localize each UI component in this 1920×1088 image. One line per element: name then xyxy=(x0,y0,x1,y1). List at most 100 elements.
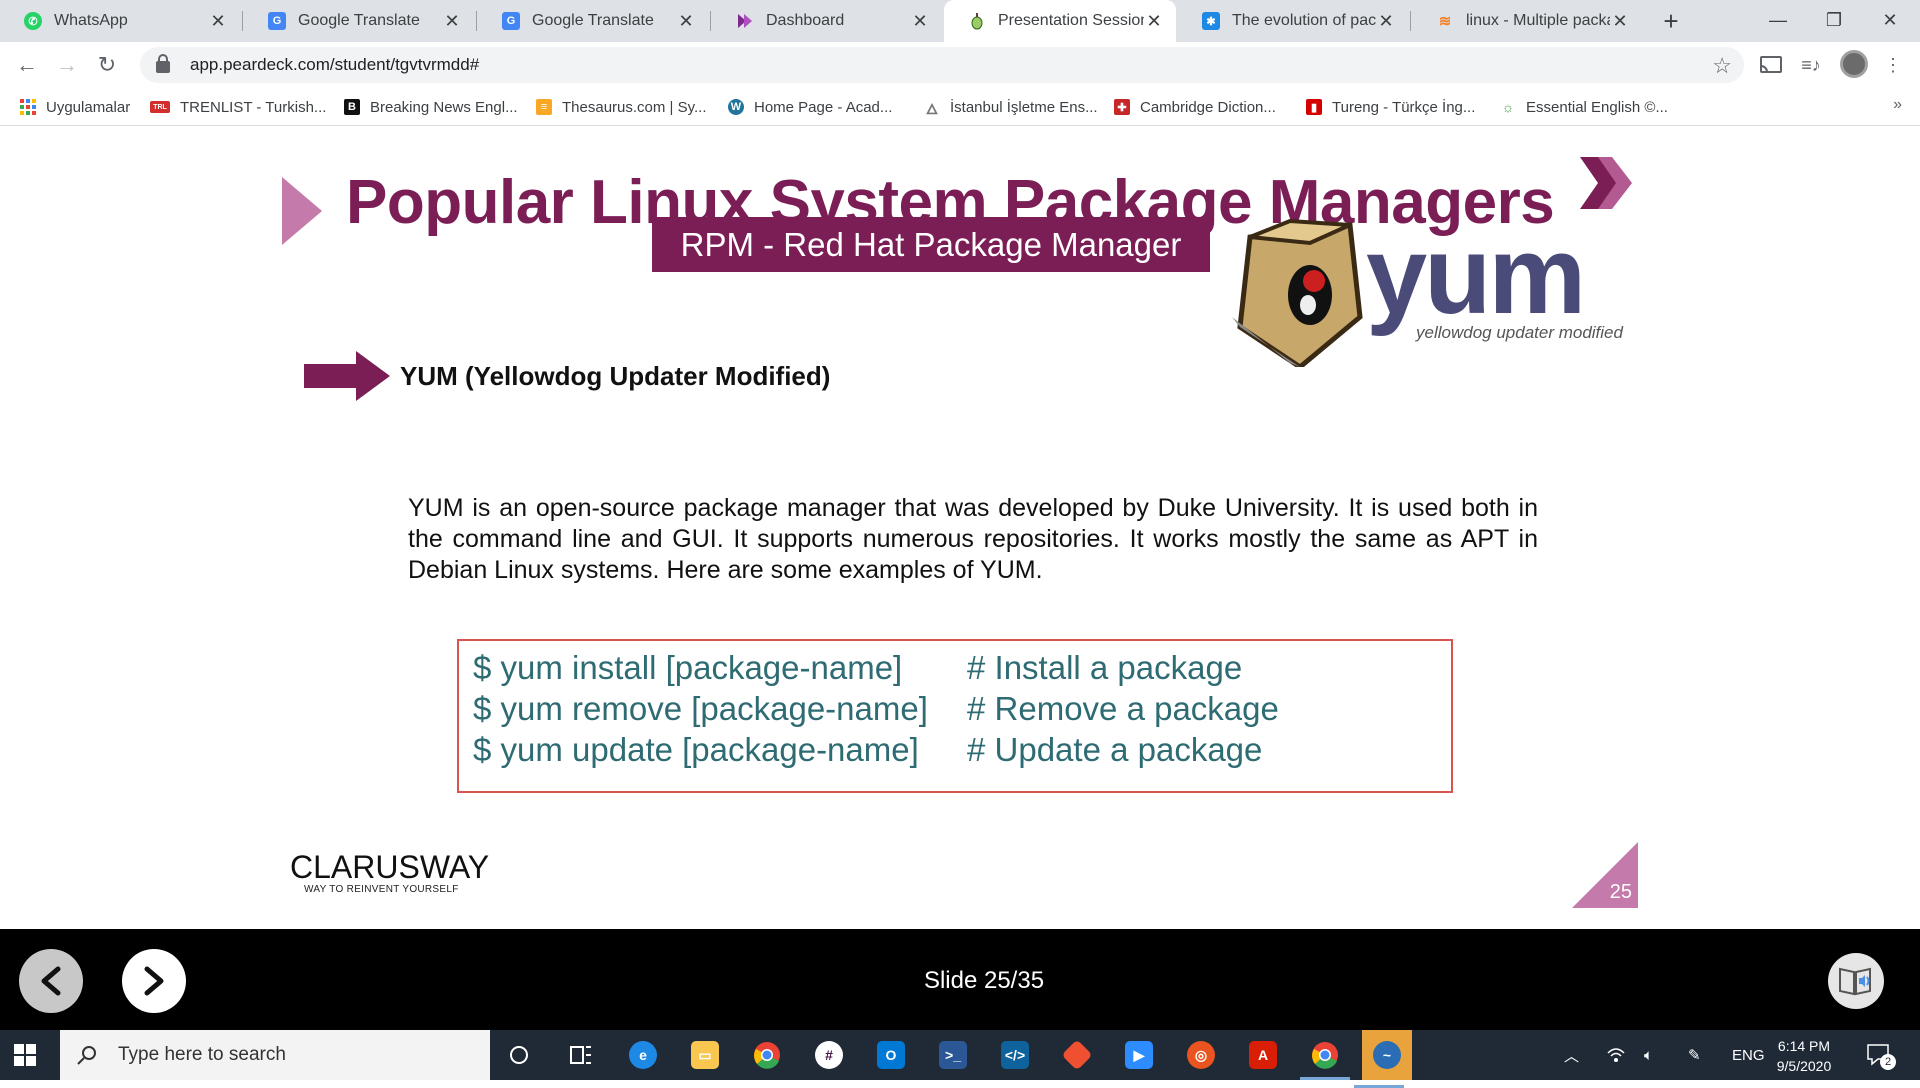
reload-button[interactable]: ↻ xyxy=(92,50,122,80)
git-icon[interactable] xyxy=(1060,1038,1094,1072)
bookmark-trenlist[interactable]: TRL TRENLIST - Turkish... xyxy=(150,96,326,118)
tab-linux-multiple[interactable]: ≋ linux - Multiple packag ✕ xyxy=(1412,0,1642,42)
ubuntu-icon[interactable]: ◎ xyxy=(1184,1038,1218,1072)
apps-grid-icon xyxy=(20,99,36,115)
tureng-icon: ▮ xyxy=(1306,99,1322,115)
bookmark-tureng[interactable]: ▮ Tureng - Türkçe İng... xyxy=(1306,96,1475,118)
command-comment: # Install a package xyxy=(967,648,1243,686)
presentation-slide: Popular Linux System Package Managers RP… xyxy=(0,127,1920,929)
tab-presentation-session[interactable]: Presentation Session St ✕ xyxy=(944,0,1176,42)
restore-button[interactable]: ❐ xyxy=(1806,0,1862,40)
tab-label: WhatsApp xyxy=(54,12,128,29)
close-icon[interactable]: ✕ xyxy=(676,11,696,32)
clock-time: 6:14 PM xyxy=(1777,1038,1831,1054)
bookmarks-overflow-icon[interactable]: » xyxy=(1893,96,1902,114)
tab-dashboard[interactable]: Dashboard ✕ xyxy=(712,0,942,42)
search-icon xyxy=(77,1046,96,1065)
profile-avatar[interactable] xyxy=(1840,50,1868,78)
close-icon[interactable]: ✕ xyxy=(442,11,462,32)
bookmark-cambridge[interactable]: ✚ Cambridge Diction... xyxy=(1114,96,1276,118)
essential-english-icon: ☼ xyxy=(1501,99,1515,115)
vscode-icon[interactable]: </> xyxy=(998,1038,1032,1072)
close-window-button[interactable]: ✕ xyxy=(1862,0,1918,40)
cast-icon[interactable] xyxy=(1758,52,1784,78)
file-explorer-icon[interactable]: ▭ xyxy=(688,1038,722,1072)
pen-icon[interactable]: ✎ xyxy=(1688,1030,1701,1080)
bookmark-label: İstanbul İşletme Ens... xyxy=(950,98,1098,116)
chrome-running-icon[interactable] xyxy=(1300,1038,1350,1080)
wifi-icon[interactable] xyxy=(1606,1030,1626,1080)
chrome-icon[interactable] xyxy=(750,1038,784,1072)
bookmark-label: Home Page - Acad... xyxy=(754,98,893,116)
bookmark-apps[interactable]: Uygulamalar xyxy=(20,96,130,118)
bookmark-label: TRENLIST - Turkish... xyxy=(180,98,327,116)
command-text: $ yum install [package-name] xyxy=(473,648,903,686)
bookmark-essential-english[interactable]: ☼ Essential English ©... xyxy=(1500,96,1668,118)
bookmark-star-icon[interactable]: ☆ xyxy=(1712,53,1732,79)
command-comment: # Update a package xyxy=(967,730,1263,768)
menu-dots-icon[interactable]: ⋮ xyxy=(1880,52,1906,78)
notification-center-icon[interactable]: 2 xyxy=(1866,1042,1896,1070)
slide-subtitle: YUM (Yellowdog Updater Modified) xyxy=(400,361,831,391)
close-icon[interactable]: ✕ xyxy=(910,11,930,32)
tab-evolution-packages[interactable]: ✱ The evolution of packa ✕ xyxy=(1178,0,1408,42)
read-aloud-button[interactable] xyxy=(1828,953,1884,1009)
bookmark-label: Cambridge Diction... xyxy=(1140,98,1276,116)
trenlist-icon: TRL xyxy=(150,101,170,113)
zoom-icon[interactable]: ▶ xyxy=(1122,1038,1156,1072)
address-bar[interactable]: app.peardeck.com/student/tgvtvrmdd# ☆ xyxy=(140,47,1744,83)
powershell-icon[interactable]: >_ xyxy=(936,1038,970,1072)
show-hidden-icons-icon[interactable]: ︿ xyxy=(1564,1030,1579,1080)
language-indicator[interactable]: ENG xyxy=(1732,1030,1765,1080)
yum-logo: yum yellowdog updater modified xyxy=(1230,214,1623,371)
tab-divider xyxy=(1410,11,1411,31)
volume-icon[interactable]: 🔈︎ xyxy=(1644,1030,1653,1080)
minimize-button[interactable]: — xyxy=(1750,0,1806,40)
windows-start-icon[interactable] xyxy=(14,1044,36,1066)
close-icon[interactable]: ✕ xyxy=(1610,11,1630,32)
taskbar-search-input[interactable]: Type here to search xyxy=(60,1030,490,1080)
search-placeholder: Type here to search xyxy=(118,1044,286,1065)
bookmark-istanbul[interactable]: 🜂 İstanbul İşletme Ens... xyxy=(924,96,1098,118)
command-comment: # Remove a package xyxy=(967,689,1279,727)
taskbar-clock[interactable]: 6:14 PM 9/5/2020 xyxy=(1762,1036,1846,1076)
new-tab-button[interactable]: + xyxy=(1656,6,1686,36)
bookmark-breaking-news[interactable]: B Breaking News Engl... xyxy=(344,96,518,118)
tab-google-translate-2[interactable]: G Google Translate ✕ xyxy=(478,0,708,42)
page-number-badge: 25 xyxy=(1572,842,1638,908)
wordpress-icon: W xyxy=(728,99,744,115)
tab-label: linux - Multiple packag xyxy=(1466,12,1610,29)
cortana-icon[interactable] xyxy=(502,1038,536,1072)
tab-label: Presentation Session St xyxy=(998,12,1144,29)
command-text: $ yum update [package-name] xyxy=(473,730,919,768)
bookmark-thesaurus[interactable]: ≡ Thesaurus.com | Sy... xyxy=(536,96,707,118)
brand-name: CLARUSWAY xyxy=(290,849,490,885)
dashboard-icon xyxy=(736,12,754,30)
outlook-icon[interactable]: O xyxy=(874,1038,908,1072)
cambridge-icon: ✚ xyxy=(1114,99,1130,115)
acrobat-icon[interactable]: A xyxy=(1246,1038,1280,1072)
media-controls-icon[interactable]: ≡♪ xyxy=(1798,52,1824,78)
forward-button[interactable]: → xyxy=(52,50,82,80)
rpm-banner: RPM - Red Hat Package Manager xyxy=(652,217,1210,272)
command-row: $ yum remove [package-name] # Remove a p… xyxy=(473,688,1451,729)
edge-icon[interactable]: e xyxy=(626,1038,660,1072)
slack-icon[interactable]: # xyxy=(812,1038,846,1072)
bookmark-label: Tureng - Türkçe İng... xyxy=(1332,98,1476,116)
bookmark-home-page[interactable]: W Home Page - Acad... xyxy=(728,96,892,118)
tab-whatsapp[interactable]: ✆ WhatsApp ✕ xyxy=(0,0,240,42)
arrow-right-icon xyxy=(304,351,390,401)
task-view-icon[interactable] xyxy=(564,1038,598,1072)
close-icon[interactable]: ✕ xyxy=(208,11,228,32)
close-icon[interactable]: ✕ xyxy=(1144,11,1164,32)
immersive-reader-icon xyxy=(1839,967,1871,996)
tab-google-translate-1[interactable]: G Google Translate ✕ xyxy=(244,0,474,42)
close-icon[interactable]: ✕ xyxy=(1376,11,1396,32)
clarusway-chevron-icon xyxy=(1580,157,1632,209)
torch-icon: 🜂 xyxy=(925,100,939,117)
tab-strip: ✆ WhatsApp ✕ G Google Translate ✕ G Goog… xyxy=(0,0,1920,42)
command-row: $ yum update [package-name] # Update a p… xyxy=(473,729,1451,770)
back-button[interactable]: ← xyxy=(12,50,42,80)
yum-wordmark: yum xyxy=(1366,214,1586,337)
active-app-icon[interactable]: ~ xyxy=(1354,1030,1412,1088)
